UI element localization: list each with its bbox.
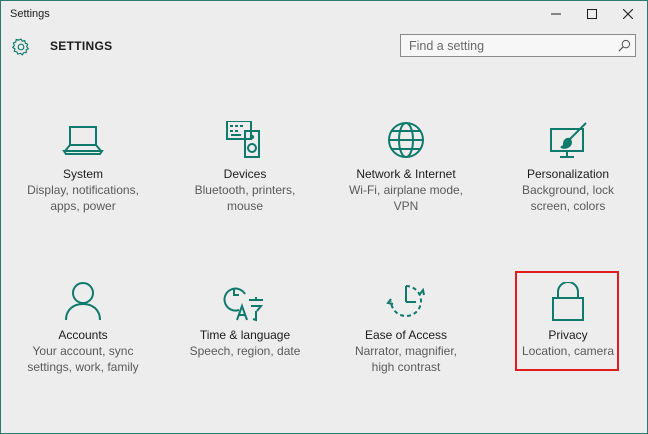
category-devices[interactable]: Devices Bluetooth, printers, mouse: [165, 121, 325, 221]
keyboard-speaker-icon: [226, 121, 260, 158]
privacy-highlight-box: [515, 271, 619, 371]
minimize-icon: [551, 13, 561, 15]
globe-icon: [388, 122, 424, 158]
maximize-icon: [587, 9, 597, 19]
category-name: Accounts: [58, 328, 108, 342]
category-name: Personalization: [526, 167, 610, 181]
clock-language-icon: [223, 287, 264, 322]
window-title: Settings: [10, 8, 50, 20]
category-name: System: [62, 167, 103, 181]
person-icon: [65, 282, 101, 321]
ease-of-access-icon: [386, 285, 425, 317]
page-title: SETTINGS: [50, 39, 113, 53]
gear-icon: [11, 38, 30, 56]
category-name: Network & Internet: [356, 167, 456, 181]
laptop-icon: [62, 126, 104, 155]
category-desc-line2: screen, colors: [530, 199, 606, 213]
category-desc-line1: Background, lock: [521, 183, 615, 197]
category-desc-line1: Wi-Fi, airplane mode,: [348, 183, 464, 197]
category-ease-of-access[interactable]: Ease of Access Narrator, magnifier, high…: [326, 282, 486, 382]
category-desc-line1: Narrator, magnifier,: [354, 344, 458, 358]
category-network[interactable]: Network & Internet Wi-Fi, airplane mode,…: [326, 121, 486, 221]
category-desc-line1: Bluetooth, printers,: [194, 183, 296, 197]
settings-header: SETTINGS: [1, 27, 647, 67]
close-button[interactable]: [610, 1, 646, 27]
category-desc-line1: Display, notifications,: [27, 183, 139, 197]
category-desc-line2: settings, work, family: [27, 360, 139, 374]
maximize-button[interactable]: [574, 1, 610, 27]
category-desc-line2: high contrast: [371, 360, 441, 374]
category-desc-line1: Speech, region, date: [189, 344, 301, 358]
settings-window: Settings SETTINGS Find a setting System …: [0, 0, 648, 434]
category-name: Time & language: [199, 328, 291, 342]
paint-brush-icon: [550, 122, 587, 158]
category-accounts[interactable]: Accounts Your account, sync settings, wo…: [3, 282, 163, 382]
category-desc-line2: VPN: [393, 199, 419, 213]
title-bar: Settings: [1, 1, 647, 27]
category-name: Ease of Access: [364, 328, 448, 342]
category-desc-line1: Your account, sync: [32, 344, 134, 358]
search-box: [400, 34, 636, 57]
category-personalization[interactable]: Personalization Background, lock screen,…: [488, 121, 648, 221]
category-desc-line2: apps, power: [50, 199, 116, 213]
minimize-button[interactable]: [538, 1, 574, 27]
search-input[interactable]: [401, 35, 619, 56]
category-time-language[interactable]: Time & language Speech, region, date: [165, 282, 325, 382]
search-icon[interactable]: [618, 39, 631, 52]
close-icon: [623, 9, 633, 19]
category-system[interactable]: System Display, notifications, apps, pow…: [3, 121, 163, 221]
category-name: Devices: [223, 167, 267, 181]
category-desc-line2: mouse: [226, 199, 264, 213]
